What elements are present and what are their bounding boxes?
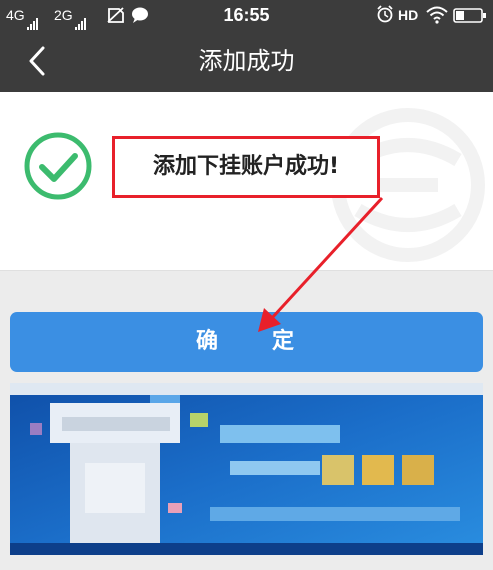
blurred-promo-banner: [10, 383, 483, 555]
wifi-icon: [426, 6, 448, 24]
nav-bar: 添加成功: [0, 30, 493, 92]
promo-banner[interactable]: [10, 383, 483, 555]
annotation-highlight-box: 添加下挂账户成功!: [112, 136, 380, 198]
hd-indicator: HD: [398, 7, 419, 23]
status-bar: 4G 2G 16:55 HD: [0, 0, 493, 31]
success-card: 添加下挂账户成功!: [0, 92, 493, 271]
battery-icon: [453, 8, 486, 23]
confirm-label-1: 确: [196, 329, 219, 354]
alarm-icon: [377, 5, 393, 23]
clock: 16:55: [223, 5, 270, 25]
success-message: 添加下挂账户成功!: [152, 154, 340, 179]
confirm-label-2: 定: [272, 329, 295, 354]
page-title: 添加成功: [198, 47, 295, 75]
confirm-button[interactable]: 确 定: [10, 312, 483, 372]
check-circle-icon: [24, 132, 92, 200]
